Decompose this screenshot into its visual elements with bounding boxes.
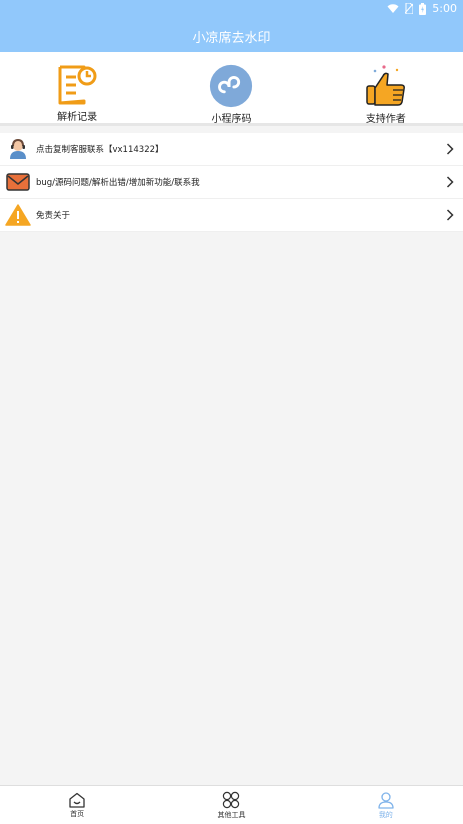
chevron-right-icon <box>437 176 463 188</box>
chevron-right-icon <box>437 209 463 221</box>
customer-service-icon <box>0 133 36 166</box>
home-icon <box>69 792 85 808</box>
chevron-right-icon <box>437 143 463 155</box>
mini-program-icon <box>208 64 254 108</box>
list-item-disclaimer[interactable]: 免责关于 <box>0 199 463 232</box>
list-item-feedback[interactable]: bug/源码问题/解析出错/增加新功能/联系我 <box>0 166 463 199</box>
thumbs-up-icon <box>363 64 409 108</box>
app-bar: 小凉席去水印 <box>0 20 463 52</box>
bottom-tab-bar: 首页 其他工具 我的 <box>0 785 463 824</box>
settings-list: 点击复制客服联系【vx114322】 bug/源码问题/解析出错/增加新功能/联… <box>0 133 463 232</box>
mini-program-code-button[interactable]: 小程序码 <box>154 52 308 125</box>
tab-other-tools[interactable]: 其他工具 <box>154 786 308 824</box>
list-item-copy-contact[interactable]: 点击复制客服联系【vx114322】 <box>0 133 463 166</box>
clock: 5:00 <box>432 2 457 15</box>
warning-icon <box>0 199 36 232</box>
tab-label: 其他工具 <box>217 810 246 819</box>
tools-icon <box>223 791 240 808</box>
status-bar: 5:00 <box>0 0 463 20</box>
shortcut-label: 支持作者 <box>365 114 406 125</box>
page-title: 小凉席去水印 <box>192 30 271 46</box>
wifi-icon <box>387 3 399 13</box>
tab-label: 我的 <box>378 810 393 819</box>
parse-history-button[interactable]: 解析记录 <box>0 52 154 123</box>
tab-mine[interactable]: 我的 <box>309 786 463 824</box>
shortcut-panel: 解析记录 小程序码 支持作者 <box>0 52 463 126</box>
tab-label: 首页 <box>70 809 85 818</box>
list-item-label: bug/源码问题/解析出错/增加新功能/联系我 <box>36 178 200 188</box>
no-sim-icon <box>405 3 414 14</box>
history-record-icon <box>54 64 100 106</box>
status-icons: 5:00 <box>387 2 457 15</box>
shortcut-label: 小程序码 <box>211 114 252 125</box>
support-author-button[interactable]: 支持作者 <box>309 52 463 125</box>
list-item-label: 免责关于 <box>36 211 71 221</box>
mail-icon <box>0 166 36 199</box>
list-item-label: 点击复制客服联系【vx114322】 <box>36 145 164 155</box>
profile-icon <box>378 791 394 809</box>
shortcut-label: 解析记录 <box>57 112 98 123</box>
tab-home[interactable]: 首页 <box>0 786 154 824</box>
battery-icon <box>419 2 427 15</box>
